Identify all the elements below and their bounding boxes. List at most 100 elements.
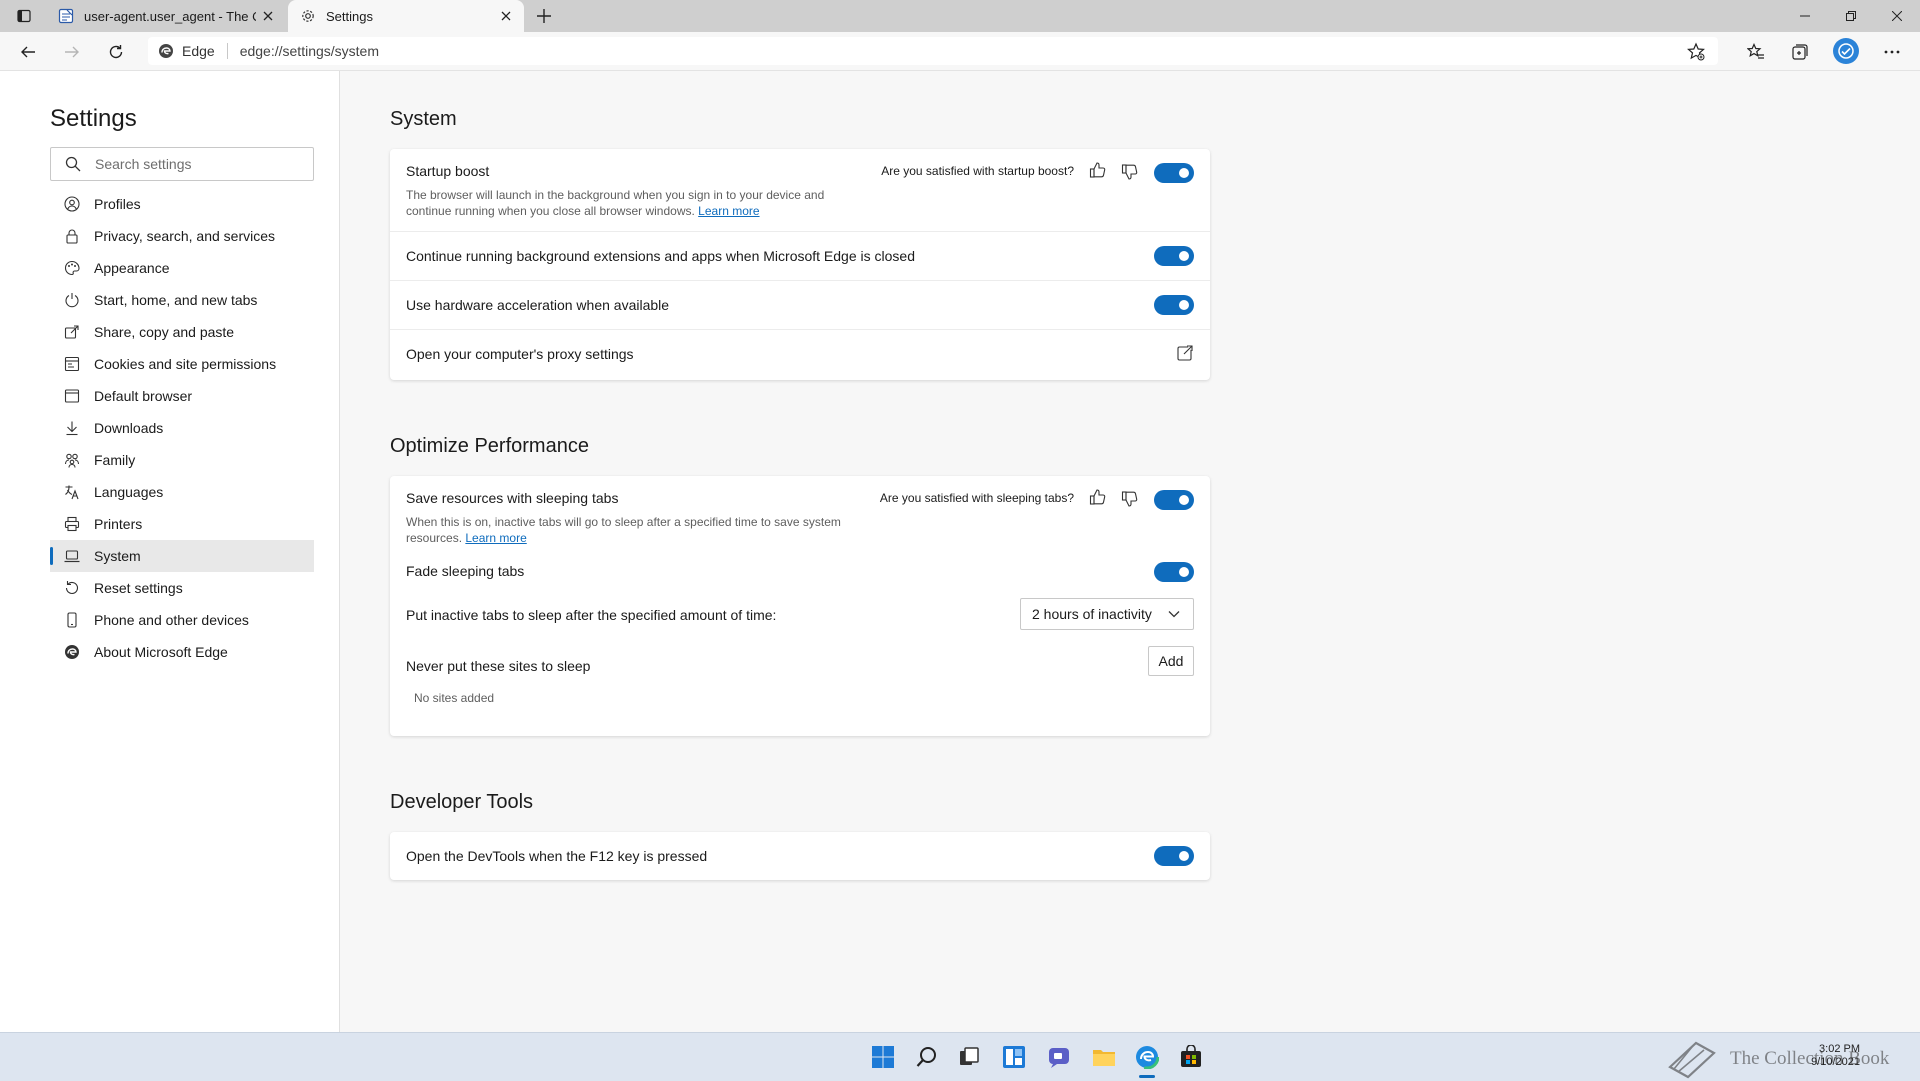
task-view-button[interactable] bbox=[955, 1043, 983, 1071]
section-title-system: System bbox=[390, 108, 457, 130]
sidebar-item-start-home[interactable]: Start, home, and new tabs bbox=[50, 284, 314, 316]
collections-button[interactable] bbox=[1785, 37, 1815, 67]
lock-icon bbox=[66, 229, 78, 244]
sidebar-item-about[interactable]: About Microsoft Edge bbox=[50, 636, 314, 668]
hardware-acceleration-toggle[interactable] bbox=[1154, 295, 1194, 315]
thumbs-up-icon[interactable] bbox=[1088, 160, 1108, 180]
thumbs-up-icon[interactable] bbox=[1088, 487, 1108, 507]
sidebar-item-label: Appearance bbox=[94, 260, 170, 276]
forward-button[interactable] bbox=[57, 37, 87, 67]
sidebar-item-label: Downloads bbox=[94, 420, 164, 436]
minimize-button[interactable] bbox=[1782, 0, 1828, 32]
refresh-button[interactable] bbox=[101, 37, 131, 67]
widgets-button[interactable] bbox=[1000, 1043, 1028, 1071]
devtools-f12-label: Open the DevTools when the F12 key is pr… bbox=[406, 848, 708, 864]
add-favorite-icon[interactable] bbox=[1686, 42, 1706, 62]
performance-card: Save resources with sleeping tabs When t… bbox=[390, 476, 1210, 736]
startup-boost-toggle[interactable] bbox=[1154, 163, 1194, 183]
new-tab-button[interactable] bbox=[532, 4, 556, 28]
store-icon bbox=[1181, 1045, 1201, 1067]
add-site-button[interactable]: Add bbox=[1148, 646, 1194, 676]
sidebar-item-family[interactable]: Family bbox=[50, 444, 314, 476]
address-bar[interactable]: Edge edge://settings/system bbox=[148, 37, 1718, 65]
thumbs-down-icon[interactable] bbox=[1120, 162, 1140, 182]
sleeping-tabs-toggle[interactable] bbox=[1154, 490, 1194, 510]
sidebar-nav: Profiles Privacy, search, and services A… bbox=[50, 188, 314, 668]
taskbar-search-button[interactable] bbox=[913, 1043, 941, 1071]
address-divider bbox=[226, 43, 228, 59]
more-options-button[interactable] bbox=[1877, 37, 1907, 67]
close-window-button[interactable] bbox=[1874, 0, 1920, 32]
sidebar-item-printers[interactable]: Printers bbox=[50, 508, 314, 540]
sidebar-item-system[interactable]: System bbox=[50, 540, 314, 572]
sleeping-tabs-description: When this is on, inactive tabs will go t… bbox=[406, 514, 846, 546]
section-title-devtools: Developer Tools bbox=[390, 791, 534, 813]
sidebar-item-privacy[interactable]: Privacy, search, and services bbox=[50, 220, 314, 252]
close-tab-button[interactable] bbox=[494, 4, 518, 28]
search-input[interactable] bbox=[93, 155, 297, 173]
sidebar-item-label: Share, copy and paste bbox=[94, 324, 235, 340]
file-explorer-button[interactable] bbox=[1090, 1043, 1118, 1071]
back-arrow-icon bbox=[21, 46, 35, 58]
reset-icon bbox=[65, 581, 79, 594]
tab-actions-button[interactable] bbox=[10, 5, 38, 27]
share-icon bbox=[64, 325, 79, 339]
start-icon bbox=[872, 1046, 894, 1068]
system-card: Startup boost The browser will launch in… bbox=[390, 149, 1210, 380]
sleeping-tabs-label: Save resources with sleeping tabs bbox=[406, 490, 619, 506]
start-button[interactable] bbox=[869, 1043, 897, 1071]
restore-button[interactable] bbox=[1828, 0, 1874, 32]
favorites-button[interactable] bbox=[1741, 37, 1771, 67]
sidebar-item-default-browser[interactable]: Default browser bbox=[50, 380, 314, 412]
sidebar-item-label: System bbox=[94, 548, 141, 564]
system-clock[interactable]: 3:02 PM 9/10/2021 bbox=[1811, 1043, 1860, 1069]
tab-settings[interactable]: Settings bbox=[288, 0, 524, 32]
sidebar-item-label: Family bbox=[94, 452, 136, 468]
sleeping-tabs-learn-more-link[interactable]: Learn more bbox=[465, 531, 526, 545]
back-button[interactable] bbox=[13, 37, 43, 67]
sidebar-item-downloads[interactable]: Downloads bbox=[50, 412, 314, 444]
sleep-after-dropdown[interactable]: 2 hours of inactivity bbox=[1020, 598, 1194, 630]
edge-taskbar-button[interactable] bbox=[1133, 1043, 1161, 1071]
languages-icon bbox=[65, 485, 79, 500]
chevron-down-icon bbox=[1168, 611, 1180, 618]
tab-actions-icon bbox=[17, 9, 31, 23]
profile-button[interactable] bbox=[1833, 38, 1859, 64]
download-icon bbox=[66, 421, 78, 436]
active-app-indicator bbox=[1139, 1075, 1155, 1078]
startup-boost-label: Startup boost bbox=[406, 163, 490, 179]
tab-user-agent[interactable]: user-agent.user_agent - The Coll bbox=[46, 0, 286, 32]
chat-button[interactable] bbox=[1045, 1043, 1073, 1071]
fade-sleeping-tabs-toggle[interactable] bbox=[1154, 562, 1194, 582]
external-link-icon[interactable] bbox=[1176, 344, 1194, 362]
hardware-acceleration-label: Use hardware acceleration when available bbox=[406, 297, 670, 313]
sleep-after-value: 2 hours of inactivity bbox=[1032, 606, 1152, 622]
sidebar-item-share[interactable]: Share, copy and paste bbox=[50, 316, 314, 348]
devtools-f12-toggle[interactable] bbox=[1154, 846, 1194, 866]
restore-icon bbox=[1846, 11, 1856, 21]
sidebar-item-label: Privacy, search, and services bbox=[94, 228, 276, 244]
proxy-settings-label: Open your computer's proxy settings bbox=[406, 346, 634, 362]
background-extensions-toggle[interactable] bbox=[1154, 246, 1194, 266]
sidebar-item-phone[interactable]: Phone and other devices bbox=[50, 604, 314, 636]
sidebar-item-languages[interactable]: Languages bbox=[50, 476, 314, 508]
tab-title: user-agent.user_agent - The Coll bbox=[84, 8, 256, 24]
sleep-after-label: Put inactive tabs to sleep after the spe… bbox=[406, 607, 777, 623]
fade-sleeping-tabs-row: Fade sleeping tabs bbox=[390, 552, 1210, 592]
close-tab-button[interactable] bbox=[256, 4, 280, 28]
store-button[interactable] bbox=[1177, 1043, 1205, 1071]
sidebar-item-label: Languages bbox=[94, 484, 164, 500]
search-box[interactable] bbox=[50, 147, 314, 181]
sidebar-item-cookies[interactable]: Cookies and site permissions bbox=[50, 348, 314, 380]
fade-sleeping-tabs-label: Fade sleeping tabs bbox=[406, 563, 525, 579]
favorites-icon bbox=[1747, 43, 1764, 59]
sidebar-item-reset[interactable]: Reset settings bbox=[50, 572, 314, 604]
startup-boost-description: The browser will launch in the backgroun… bbox=[406, 187, 846, 219]
plus-icon bbox=[537, 9, 551, 23]
startup-boost-learn-more-link[interactable]: Learn more bbox=[698, 204, 759, 218]
sidebar-item-appearance[interactable]: Appearance bbox=[50, 252, 314, 284]
sidebar-item-profiles[interactable]: Profiles bbox=[50, 188, 314, 220]
proxy-settings-row[interactable]: Open your computer's proxy settings bbox=[390, 330, 1210, 380]
family-icon bbox=[64, 453, 80, 468]
thumbs-down-icon[interactable] bbox=[1120, 489, 1140, 509]
